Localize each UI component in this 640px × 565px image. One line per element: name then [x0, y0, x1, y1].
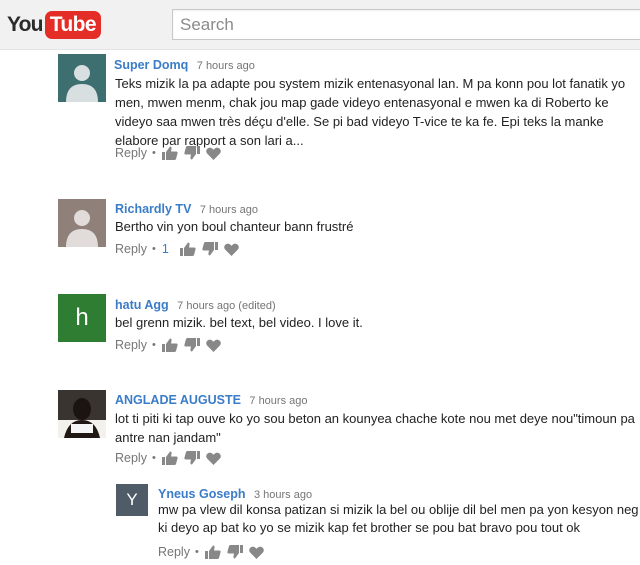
timestamp[interactable]: 3 hours ago	[254, 489, 312, 501]
reply-count[interactable]: 1	[162, 242, 169, 256]
author-name[interactable]: Yneus Goseph	[158, 487, 246, 501]
avatar[interactable]	[58, 54, 106, 102]
avatar-letter: Y	[126, 490, 138, 509]
comment-item: Richardly TV 7 hours ago Bertho vin yon …	[58, 199, 640, 261]
search-box[interactable]	[172, 9, 640, 40]
comment-header: Super Domq 7 hours ago	[114, 56, 255, 74]
separator-dot: •	[151, 243, 156, 255]
author-name[interactable]: ANGLADE AUGUSTE	[115, 393, 241, 407]
comment-item: ANGLADE AUGUSTE 7 hours ago lot ti piti …	[58, 390, 640, 470]
logo-text-tube: Tube	[44, 11, 101, 39]
comment-text: Teks mizik la pa adapte pou system mizik…	[115, 76, 626, 148]
thumbs-down-icon[interactable]	[184, 338, 200, 352]
comment-actions: Reply •	[115, 338, 227, 352]
thumbs-up-icon[interactable]	[161, 146, 178, 160]
comment-text: Bertho vin yon boul chanteur bann frustr…	[115, 219, 354, 234]
comment-header: Richardly TV 7 hours ago	[115, 200, 258, 218]
heart-icon[interactable]	[205, 339, 221, 352]
logo-text-you: You	[7, 13, 44, 36]
thumbs-down-icon[interactable]	[202, 242, 218, 256]
comment-text: mw pa vlew dil konsa patizan si mizik la…	[158, 502, 639, 535]
avatar[interactable]	[58, 199, 106, 247]
comment-text: lot ti piti ki tap ouve ko yo sou beton …	[115, 411, 635, 445]
reply-comment-item: Y Yneus Goseph 3 hours ago mw pa vlew di…	[116, 484, 640, 562]
thumbs-down-icon[interactable]	[184, 451, 200, 465]
comment-item: h hatu Agg 7 hours ago (edited) bel gren…	[58, 294, 640, 356]
comment-item: Super Domq 7 hours ago Teks mizik la pa …	[58, 54, 640, 164]
author-name[interactable]: Richardly TV	[115, 202, 191, 216]
author-name[interactable]: Super Domq	[114, 58, 188, 72]
thumbs-up-icon[interactable]	[179, 242, 196, 256]
separator-dot: •	[151, 452, 156, 464]
avatar-letter: h	[75, 304, 89, 331]
separator-dot: •	[194, 546, 199, 558]
author-name[interactable]: hatu Agg	[115, 298, 169, 312]
masthead: You Tube	[0, 0, 640, 50]
thumbs-up-icon[interactable]	[204, 545, 221, 559]
thumbs-down-icon[interactable]	[184, 146, 200, 160]
reply-button[interactable]: Reply	[115, 451, 147, 465]
heart-icon[interactable]	[248, 546, 264, 559]
reply-button[interactable]: Reply	[158, 545, 190, 559]
avatar[interactable]	[58, 390, 106, 438]
timestamp[interactable]: 7 hours ago	[197, 60, 255, 72]
thumbs-down-icon[interactable]	[227, 545, 243, 559]
timestamp[interactable]: 7 hours ago	[249, 395, 307, 407]
separator-dot: •	[151, 147, 156, 159]
heart-icon[interactable]	[205, 452, 221, 465]
comment-actions: Reply •	[115, 146, 227, 160]
comment-header: ANGLADE AUGUSTE 7 hours ago	[115, 391, 308, 409]
avatar[interactable]: h	[58, 294, 106, 342]
thumbs-up-icon[interactable]	[161, 338, 178, 352]
avatar[interactable]: Y	[116, 484, 148, 516]
reply-button[interactable]: Reply	[115, 146, 147, 160]
comment-actions: Reply •	[158, 545, 270, 559]
heart-icon[interactable]	[205, 147, 221, 160]
timestamp[interactable]: 7 hours ago	[200, 204, 258, 216]
timestamp[interactable]: 7 hours ago (edited)	[177, 300, 275, 312]
youtube-logo[interactable]: You Tube	[7, 11, 101, 39]
comment-actions: Reply •	[115, 451, 227, 465]
comment-header: hatu Agg 7 hours ago (edited)	[115, 296, 276, 314]
search-input[interactable]	[173, 10, 640, 39]
heart-icon[interactable]	[223, 243, 239, 256]
comment-text: bel grenn mizik. bel text, bel video. I …	[115, 315, 363, 330]
thumbs-up-icon[interactable]	[161, 451, 178, 465]
separator-dot: •	[151, 339, 156, 351]
comment-actions: Reply • 1	[115, 242, 245, 256]
reply-button[interactable]: Reply	[115, 338, 147, 352]
reply-button[interactable]: Reply	[115, 242, 147, 256]
